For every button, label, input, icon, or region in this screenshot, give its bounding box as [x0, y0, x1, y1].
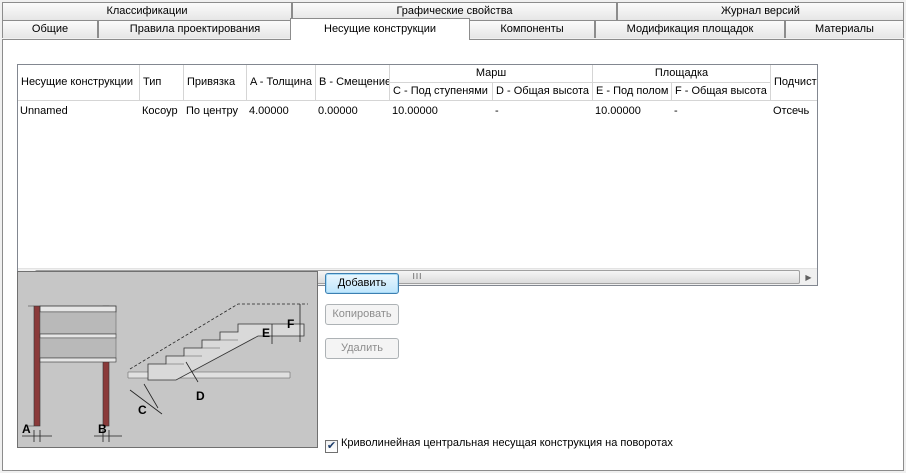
cell-a-thickness[interactable]: 4.00000 — [247, 103, 316, 119]
column-header-anchor[interactable]: Привязка — [184, 65, 247, 101]
diagram-label-d: D — [196, 389, 205, 403]
scroll-right-icon[interactable]: ▶ — [800, 269, 817, 285]
structures-table[interactable]: Несущие конструкции Тип Привязка A - Тол… — [17, 64, 818, 286]
cell-d-total-height[interactable]: - — [493, 103, 593, 119]
tab-row-front: Общие Правила проектирования Несущие кон… — [2, 18, 904, 40]
delete-button[interactable]: Удалить — [325, 338, 399, 359]
column-header-c-under-steps[interactable]: C - Под ступенями — [390, 83, 493, 101]
cell-b-offset[interactable]: 0.00000 — [316, 103, 390, 119]
column-header-a-thickness[interactable]: A - Толщина — [247, 65, 316, 101]
add-button[interactable]: Добавить — [325, 273, 399, 294]
column-header-type[interactable]: Тип — [140, 65, 184, 101]
cell-e-under-floor[interactable]: 10.00000 — [593, 103, 672, 119]
column-header-name[interactable]: Несущие конструкции — [18, 65, 140, 101]
cell-c-under-steps[interactable]: 10.00000 — [390, 103, 493, 119]
copy-button[interactable]: Копировать — [325, 304, 399, 325]
tab-general[interactable]: Общие — [2, 20, 98, 38]
column-header-f-total-height[interactable]: F - Общая высота — [672, 83, 771, 101]
curved-structure-checkbox[interactable]: ✔ — [325, 440, 338, 453]
diagram-label-e: E — [262, 326, 270, 340]
column-header-e-under-floor[interactable]: E - Под полом — [593, 83, 672, 101]
diagram-label-b: B — [98, 422, 107, 436]
column-header-d-total-height[interactable]: D - Общая высота — [493, 83, 593, 101]
tab-design-rules[interactable]: Правила проектирования — [98, 20, 292, 38]
stair-structure-diagram: A B E F D C — [17, 271, 318, 448]
stair-diagram-svg: A B E F D C — [22, 303, 308, 442]
column-group-landing: Площадка — [593, 65, 771, 83]
cell-f-total-height[interactable]: - — [672, 103, 771, 119]
curved-structure-option[interactable]: ✔ Криволинейная центральная несущая конст… — [325, 437, 673, 453]
diagram-label-c: C — [138, 403, 147, 417]
cell-anchor[interactable]: По центру — [184, 103, 247, 119]
tab-landing-modification[interactable]: Модификация площадок — [595, 20, 785, 38]
column-header-b-offset[interactable]: B - Смещение — [316, 65, 390, 101]
column-group-flight: Марш — [390, 65, 593, 83]
tab-components[interactable]: Компоненты — [469, 20, 595, 38]
column-header-cut[interactable]: Подчист — [771, 65, 817, 101]
cell-type[interactable]: Косоур — [140, 103, 184, 119]
tab-materials[interactable]: Материалы — [785, 20, 904, 38]
structures-panel: Несущие конструкции Тип Привязка A - Тол… — [2, 39, 904, 471]
tab-version-history[interactable]: Журнал версий — [617, 2, 904, 20]
diagram-label-f: F — [287, 317, 294, 331]
diagram-label-a: A — [22, 422, 31, 436]
cell-name[interactable]: Unnamed — [18, 103, 140, 119]
cell-cut[interactable]: Отсечь — [771, 103, 817, 119]
curved-structure-label: Криволинейная центральная несущая констр… — [341, 437, 673, 449]
tab-classifications[interactable]: Классификации — [2, 2, 292, 20]
tab-structures[interactable]: Несущие конструкции — [290, 18, 470, 40]
